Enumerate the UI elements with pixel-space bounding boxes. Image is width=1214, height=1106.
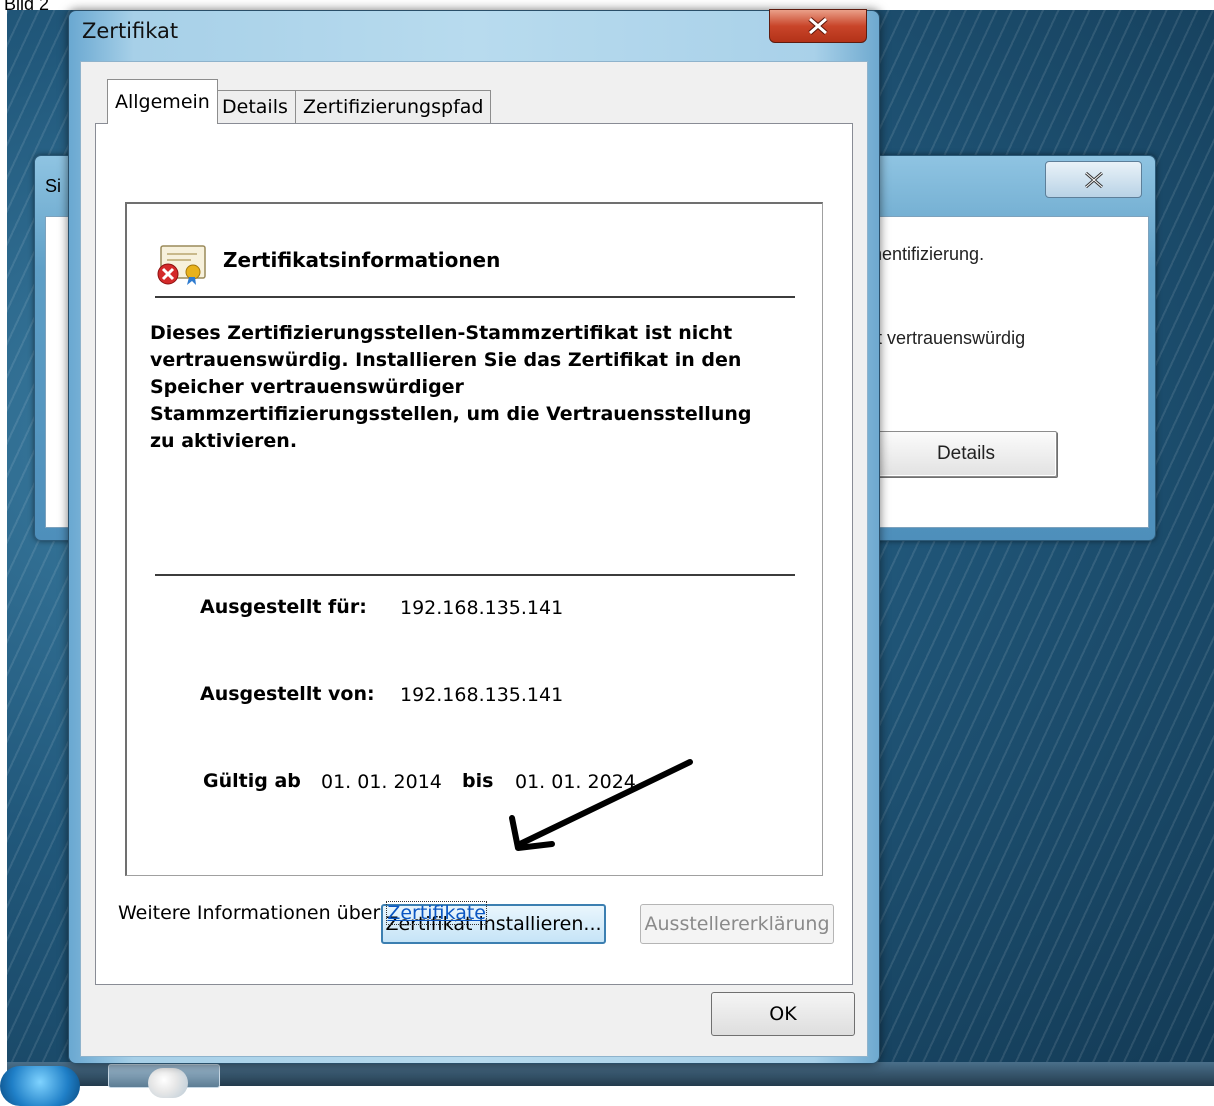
warning-line-3: Speicher vertrauenswürdiger <box>150 376 464 398</box>
background-details-button[interactable]: Details <box>875 431 1057 477</box>
certificate-dialog: Zertifikat Allgemein Details Zertifizier… <box>68 9 880 1064</box>
ok-button[interactable]: OK <box>711 992 855 1036</box>
background-text-2: ht vertrauenswürdig <box>867 328 1026 348</box>
certificate-error-icon <box>157 245 206 285</box>
issued-by-label: Ausgestellt von: <box>200 683 375 705</box>
tab-details[interactable]: Details <box>214 90 296 123</box>
warning-line-2: vertrauenswürdig. Installieren Sie das Z… <box>150 349 742 371</box>
issued-by-value: 192.168.135.141 <box>400 684 564 706</box>
valid-from-value: 01. 01. 2014 <box>321 771 442 793</box>
background-text-1: thentifizierung. <box>867 244 985 264</box>
valid-from-label: Gültig ab <box>203 770 301 792</box>
warning-line-1: Dieses Zertifizierungsstellen-Stammzerti… <box>150 322 733 344</box>
issuer-statement-button[interactable]: Ausstellererklärung <box>640 904 834 944</box>
certificates-link[interactable]: Zertifikate <box>386 901 487 925</box>
divider-bottom <box>155 574 795 576</box>
divider-top <box>155 296 795 298</box>
issued-to-label: Ausgestellt für: <box>200 596 367 618</box>
warning-line-5: zu aktivieren. <box>150 430 298 452</box>
dialog-title: Zertifikat <box>82 19 179 43</box>
issued-to-value: 192.168.135.141 <box>400 597 564 619</box>
taskbar-app-icon[interactable] <box>148 1068 188 1098</box>
tab-panel: Zertifikatsinformationen Dieses Zertifiz… <box>95 123 853 985</box>
close-button[interactable] <box>769 9 867 43</box>
start-button[interactable] <box>0 1066 80 1106</box>
tab-allgemein[interactable]: Allgemein <box>107 79 218 124</box>
tab-zertifizierungspfad[interactable]: Zertifizierungspfad <box>295 90 492 123</box>
certificate-info-box: Zertifikatsinformationen Dieses Zertifiz… <box>125 202 823 876</box>
valid-to-label: bis <box>462 770 494 792</box>
background-window-title: Si <box>45 176 62 196</box>
warning-line-4: Stammzertifizierungsstellen, um die Vert… <box>150 403 752 425</box>
background-close-button[interactable] <box>1045 161 1142 198</box>
more-info-label: Weitere Informationen über <box>118 902 381 924</box>
info-heading: Zertifikatsinformationen <box>223 248 501 272</box>
close-icon <box>808 17 828 35</box>
trust-warning-text: Dieses Zertifizierungsstellen-Stammzerti… <box>150 320 770 455</box>
close-icon <box>1084 171 1103 188</box>
dialog-client-area: Allgemein Details Zertifizierungspfad Ze… <box>80 61 868 1057</box>
more-info-text: Weitere Informationen über Zertifikate <box>118 901 487 925</box>
arrow-annotation-icon <box>509 759 693 851</box>
